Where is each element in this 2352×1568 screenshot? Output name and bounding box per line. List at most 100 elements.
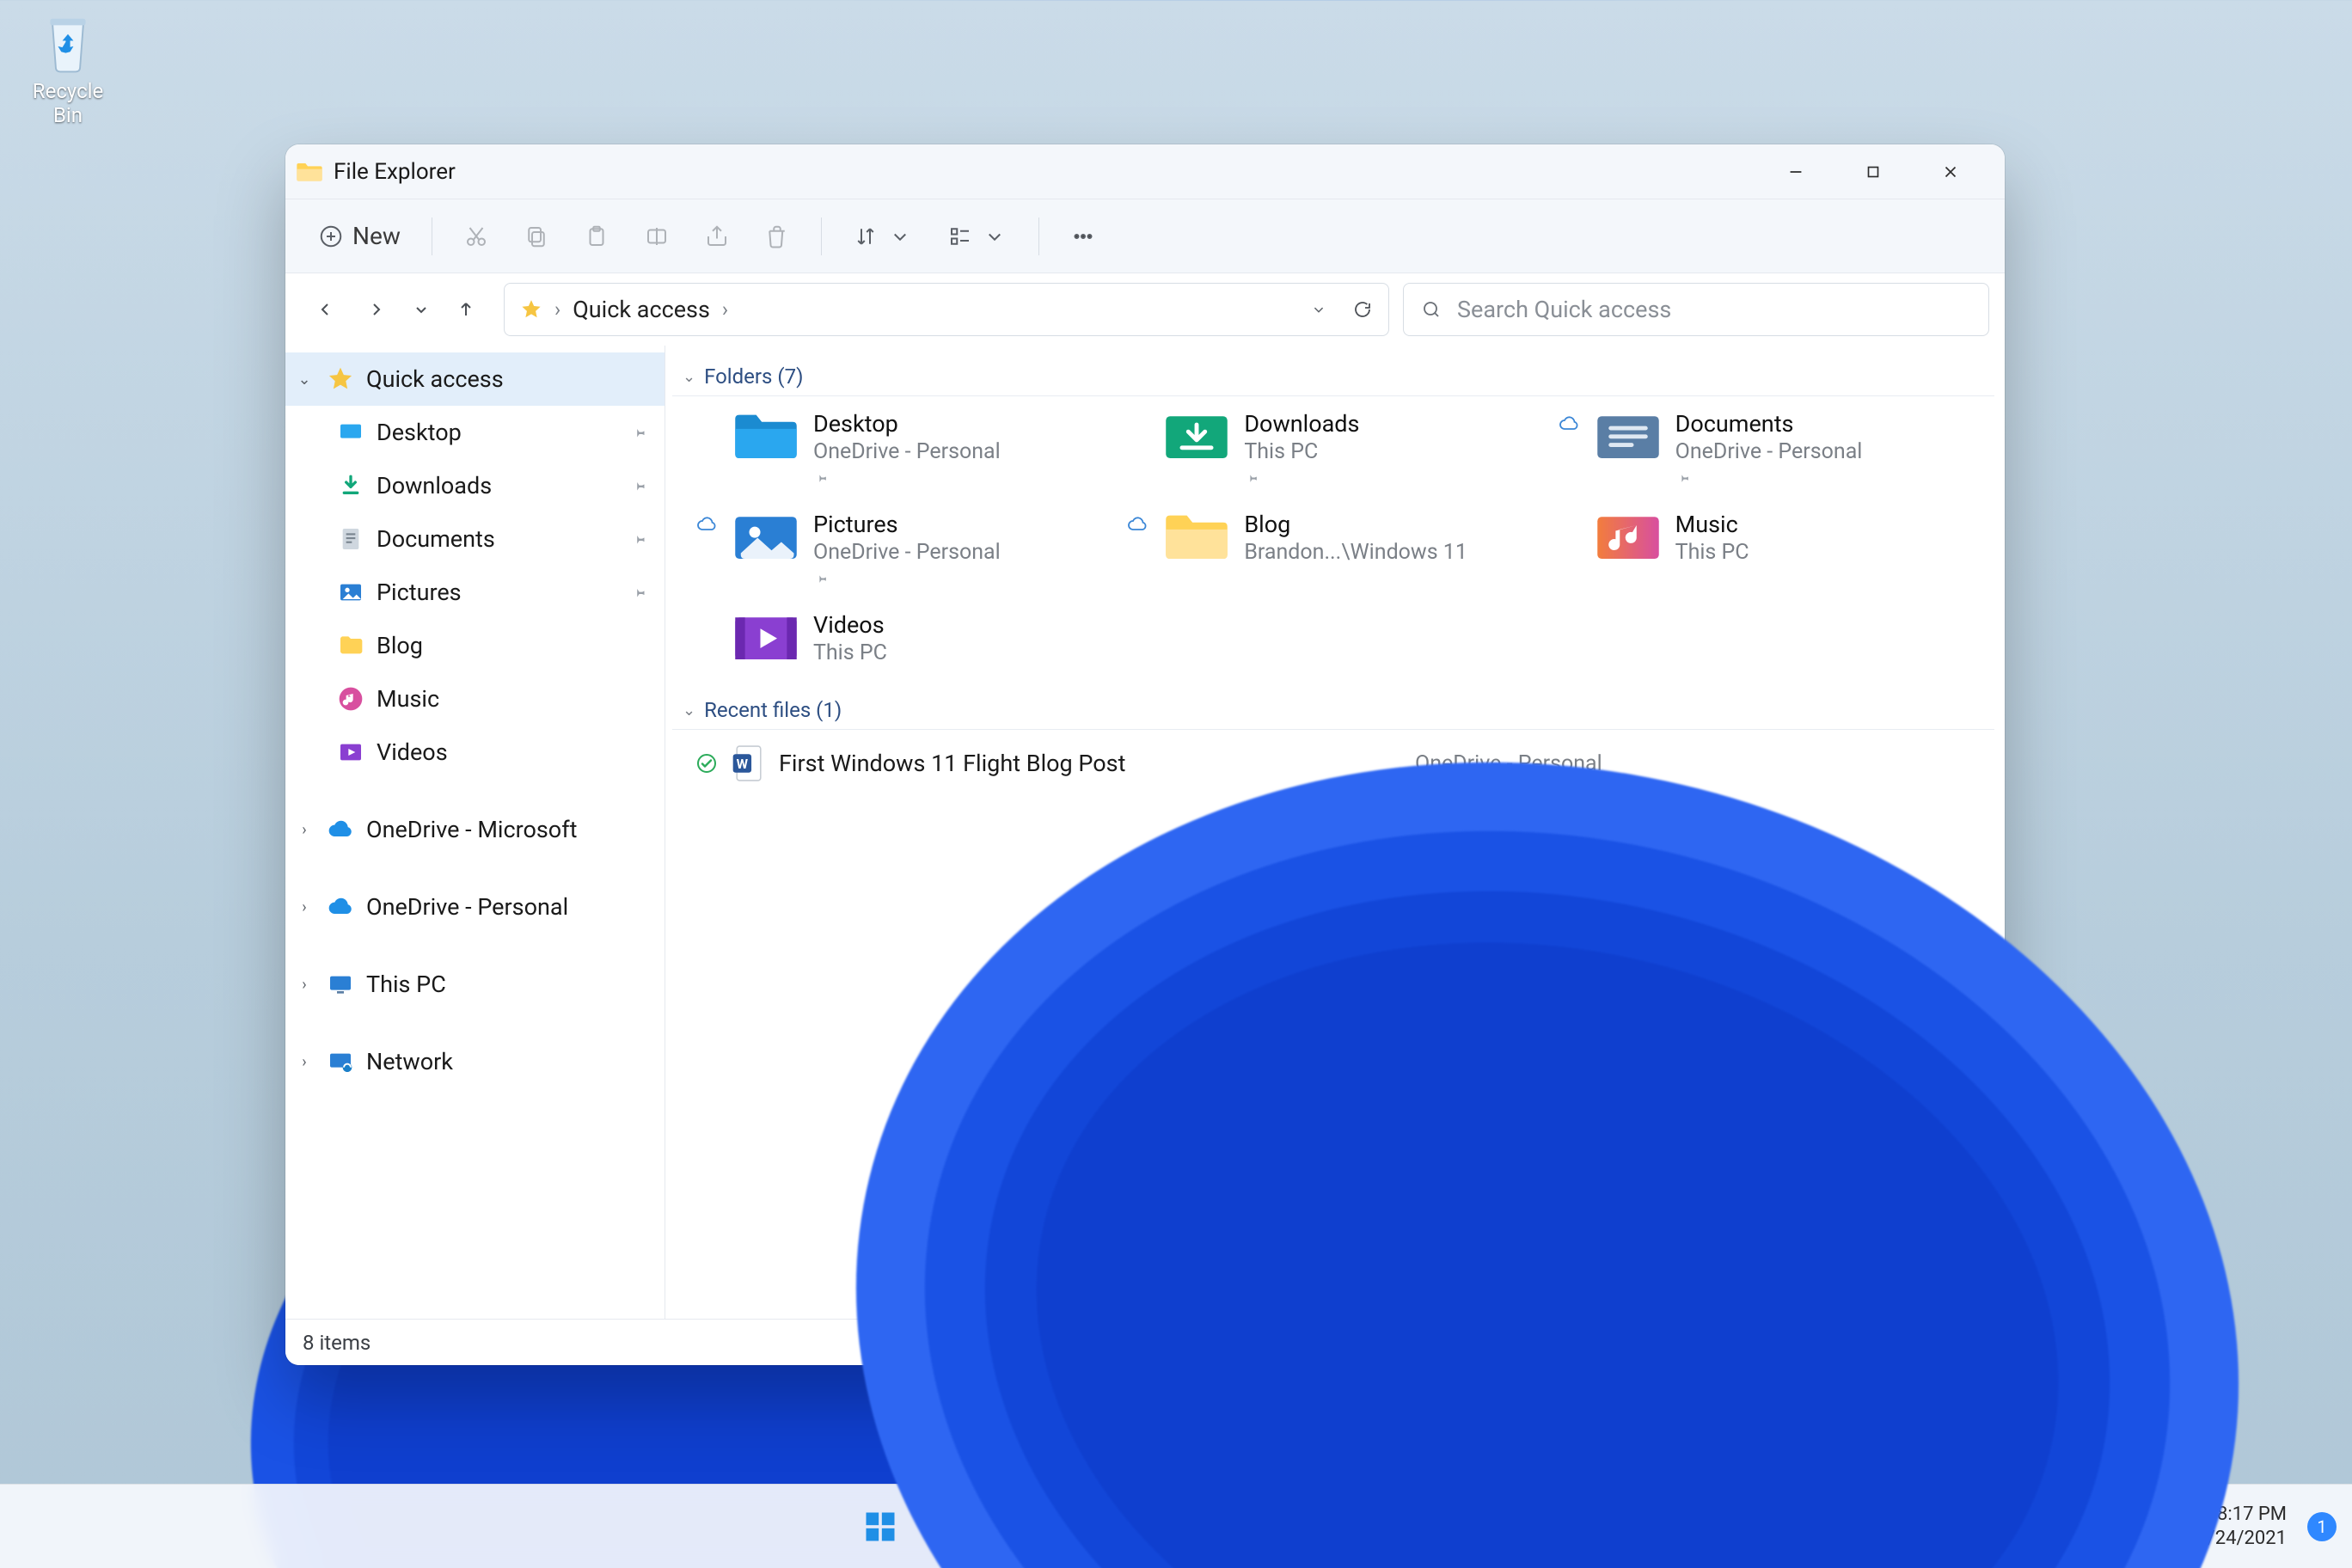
- sidebar-item-music[interactable]: Music: [285, 672, 665, 726]
- forward-button[interactable]: [352, 285, 401, 334]
- folder-icon: [732, 410, 799, 462]
- volume-icon[interactable]: [2104, 1514, 2129, 1540]
- taskbar-mail[interactable]: [1366, 1495, 1430, 1559]
- folder-location: This PC: [1675, 540, 1749, 565]
- tiles-view-button[interactable]: [1948, 1327, 1988, 1358]
- sidebar-onedrive-microsoft[interactable]: ›OneDrive - Microsoft: [285, 803, 665, 856]
- folder-pictures[interactable]: PicturesOneDrive - Personal: [695, 511, 1117, 589]
- videos-icon: [337, 738, 364, 766]
- folder-music[interactable]: MusicThis PC: [1557, 511, 1979, 589]
- taskbar-settings[interactable]: [1440, 1495, 1504, 1559]
- windows-logo-icon: [861, 1508, 899, 1546]
- sidebar-item-documents[interactable]: Documents: [285, 512, 665, 566]
- folder-blog[interactable]: BlogBrandon...\Windows 11: [1125, 511, 1547, 589]
- edge-icon: [1156, 1507, 1196, 1547]
- sidebar-quick-access[interactable]: ⌄ Quick access: [285, 352, 665, 406]
- sidebar-item-label: Downloads: [377, 472, 492, 499]
- taskbar-clock[interactable]: 8:17 PM 6/24/2021: [2196, 1503, 2287, 1550]
- folder-name: Videos: [813, 611, 887, 639]
- breadcrumb-location[interactable]: Quick access: [573, 296, 710, 323]
- start-button[interactable]: [848, 1495, 912, 1559]
- clock-time: 8:17 PM: [2196, 1503, 2287, 1527]
- rename-button[interactable]: [630, 213, 683, 260]
- sidebar-item-blog[interactable]: Blog: [285, 619, 665, 672]
- widgets-icon: [1084, 1509, 1120, 1545]
- close-button[interactable]: [1912, 144, 1989, 199]
- sidebar-item-downloads[interactable]: Downloads: [285, 459, 665, 512]
- more-button[interactable]: [1057, 213, 1110, 260]
- star-icon: [327, 365, 354, 393]
- back-button[interactable]: [301, 285, 349, 334]
- new-button[interactable]: New: [304, 213, 414, 260]
- cut-button[interactable]: [450, 213, 503, 260]
- sync-status: [695, 410, 719, 413]
- taskbar-store[interactable]: [1292, 1495, 1356, 1559]
- battery-icon[interactable]: [2150, 1514, 2176, 1540]
- arrow-right-icon: [366, 299, 387, 320]
- delete-button[interactable]: [750, 213, 804, 260]
- folder-videos[interactable]: VideosThis PC: [695, 611, 1117, 665]
- paste-button[interactable]: [570, 213, 623, 260]
- view-button[interactable]: [934, 213, 1021, 260]
- chevron-right-icon[interactable]: ›: [294, 976, 315, 994]
- group-recent-header[interactable]: ⌄ Recent files (1): [672, 691, 1994, 730]
- keyboard-icon[interactable]: [2011, 1514, 2037, 1540]
- sort-button[interactable]: [839, 213, 927, 260]
- copy-button[interactable]: [510, 213, 563, 260]
- taskbar-widgets[interactable]: [1070, 1495, 1134, 1559]
- history-button[interactable]: [404, 285, 438, 334]
- chevron-down-icon: [887, 224, 913, 249]
- taskbar-search[interactable]: [922, 1495, 986, 1559]
- chevron-right-icon[interactable]: ›: [294, 821, 315, 839]
- view-icon: [947, 224, 973, 249]
- desktop-icon: [337, 419, 364, 446]
- rename-icon: [644, 224, 670, 249]
- sidebar-item-desktop[interactable]: Desktop: [285, 406, 665, 459]
- sidebar-item-pictures[interactable]: Pictures: [285, 566, 665, 619]
- details-view-button[interactable]: [1908, 1327, 1948, 1358]
- sidebar-this-pc[interactable]: ›This PC: [285, 958, 665, 1011]
- sidebar-item-videos[interactable]: Videos: [285, 726, 665, 779]
- chevron-right-icon[interactable]: ›: [294, 898, 315, 916]
- up-button[interactable]: [442, 285, 490, 334]
- folder-downloads[interactable]: DownloadsThis PC: [1125, 410, 1547, 488]
- search-input[interactable]: [1455, 295, 1971, 324]
- wifi-icon[interactable]: [2057, 1514, 2083, 1540]
- taskbar-file-explorer[interactable]: [1218, 1495, 1282, 1559]
- breadcrumb-separator[interactable]: ›: [722, 297, 728, 322]
- mail-icon: [1379, 1508, 1417, 1546]
- group-folders-header[interactable]: ⌄ Folders (7): [672, 358, 1994, 396]
- chevron-down-icon: [982, 224, 1008, 249]
- chevron-down-icon[interactable]: ⌄: [294, 371, 315, 389]
- share-icon: [704, 224, 730, 249]
- taskbar-edge[interactable]: [1144, 1495, 1208, 1559]
- notification-badge[interactable]: 1: [2307, 1512, 2337, 1541]
- new-button-label: New: [352, 222, 401, 250]
- address-bar[interactable]: › Quick access ›: [504, 283, 1389, 336]
- sidebar-item-label: Documents: [377, 525, 495, 553]
- sidebar-network[interactable]: ›Network: [285, 1035, 665, 1088]
- pin-icon: [813, 570, 1001, 589]
- sidebar-onedrive-personal[interactable]: › OneDrive - Personal: [285, 880, 665, 934]
- notification-count: 1: [2317, 1516, 2326, 1537]
- chevron-right-icon[interactable]: ›: [294, 1053, 315, 1071]
- folder-documents[interactable]: DocumentsOneDrive - Personal: [1557, 410, 1979, 488]
- folder-desktop[interactable]: DesktopOneDrive - Personal: [695, 410, 1117, 488]
- desktop-icon-recycle-bin[interactable]: Recycle Bin: [21, 12, 115, 127]
- folder-location: OneDrive - Personal: [813, 540, 1001, 565]
- file-explorer-window: File Explorer New ›: [285, 144, 2005, 1365]
- share-button[interactable]: [690, 213, 744, 260]
- refresh-icon[interactable]: [1352, 299, 1373, 320]
- recent-file[interactable]: First Windows 11 Flight Blog Post OneDri…: [669, 738, 2005, 788]
- chevron-up-icon[interactable]: [1964, 1514, 1990, 1540]
- search-icon: [937, 1510, 971, 1544]
- maximize-button[interactable]: [1834, 144, 1912, 199]
- taskbar-task-view[interactable]: [996, 1495, 1060, 1559]
- titlebar[interactable]: File Explorer: [285, 144, 2005, 199]
- chevron-down-icon[interactable]: [1309, 300, 1328, 319]
- search-box[interactable]: [1403, 283, 1989, 336]
- sidebar-item-label: OneDrive - Personal: [366, 893, 568, 921]
- minimize-button[interactable]: [1757, 144, 1834, 199]
- copy-icon: [524, 224, 549, 249]
- ellipsis-icon: [1070, 224, 1096, 249]
